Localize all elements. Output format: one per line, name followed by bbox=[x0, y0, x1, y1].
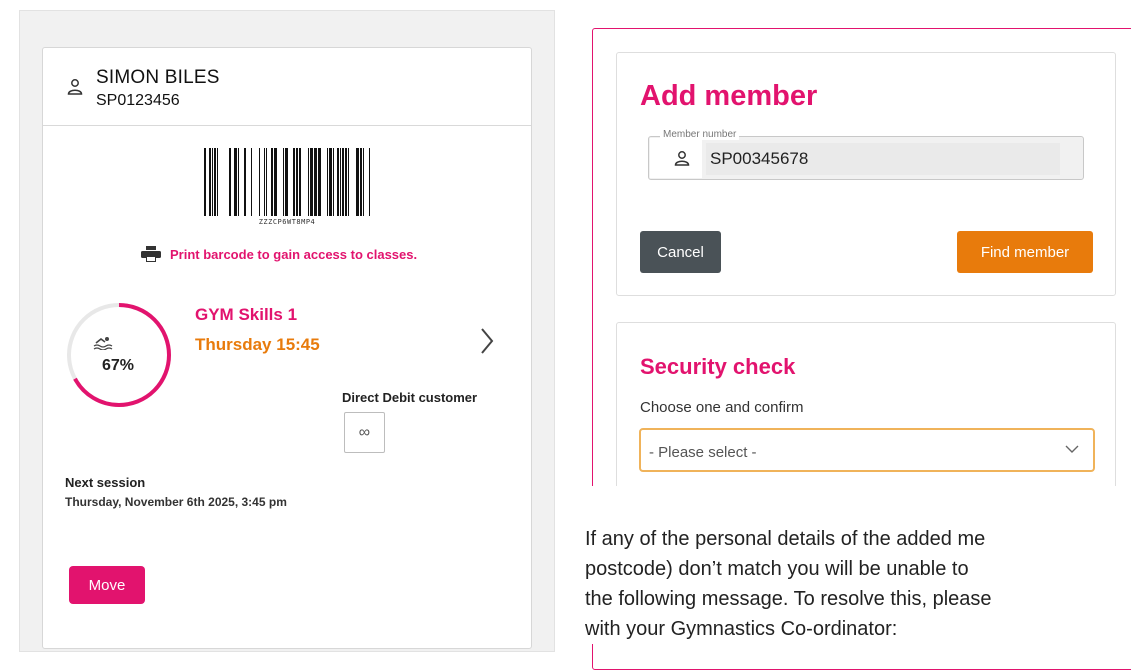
chevron-right-icon[interactable] bbox=[477, 326, 497, 356]
member-header: SIMON BILES SP0123456 bbox=[43, 48, 531, 126]
printer-icon bbox=[141, 246, 161, 262]
barcode-bar bbox=[327, 148, 328, 216]
barcode-bar bbox=[271, 148, 273, 216]
instruction-line-4: with your Gymnastics Co-ordinator: bbox=[585, 618, 898, 640]
barcode-bar bbox=[274, 148, 277, 216]
barcode-bar bbox=[209, 148, 211, 216]
direct-debit-icon[interactable]: ∞ bbox=[344, 412, 385, 453]
member-name: SIMON BILES bbox=[96, 67, 220, 88]
barcode-bar bbox=[285, 148, 288, 216]
barcode-bar bbox=[318, 148, 321, 216]
barcode-text: ZZZCP6WT8MP4 bbox=[258, 218, 316, 226]
barcode-bar bbox=[342, 148, 344, 216]
barcode-bar bbox=[264, 148, 265, 216]
barcode-bar bbox=[299, 148, 301, 216]
select-value: - Please select - bbox=[649, 444, 757, 461]
class-name[interactable]: GYM Skills 1 bbox=[195, 305, 297, 325]
barcode-bar bbox=[310, 148, 313, 216]
instruction-line-2: postcode) don’t match you will be unable… bbox=[585, 558, 969, 580]
barcode-bar bbox=[363, 148, 364, 216]
user-icon bbox=[674, 151, 690, 166]
swimmer-icon bbox=[93, 337, 113, 350]
barcode-bar bbox=[293, 148, 295, 216]
barcode-bar bbox=[212, 148, 213, 216]
attendance-progress-ring bbox=[67, 303, 171, 407]
member-card: SIMON BILES SP0123456 ZZZCP6WT8MP4 Print… bbox=[42, 47, 532, 649]
instruction-line-1: If any of the personal details of the ad… bbox=[585, 528, 986, 550]
class-time: Thursday 15:45 bbox=[195, 335, 320, 354]
find-member-button[interactable]: Find member bbox=[957, 231, 1093, 273]
barcode-bar bbox=[369, 148, 370, 216]
barcode-bar bbox=[348, 148, 349, 216]
barcode-bar bbox=[234, 148, 237, 216]
security-check-title: Security check bbox=[640, 354, 796, 379]
member-number-input[interactable] bbox=[706, 143, 1060, 175]
barcode-bar bbox=[214, 148, 216, 216]
barcode-bar bbox=[266, 148, 267, 216]
member-number-legend: Member number bbox=[660, 129, 740, 140]
barcode-bar bbox=[251, 148, 252, 216]
print-barcode-link[interactable]: Print barcode to gain access to classes. bbox=[141, 244, 417, 264]
barcode-bar bbox=[340, 148, 341, 216]
barcode-bar bbox=[314, 148, 317, 216]
next-session-value: Thursday, November 6th 2025, 3:45 pm bbox=[65, 495, 287, 509]
barcode-bar bbox=[229, 148, 231, 216]
choose-label: Choose one and confirm bbox=[640, 399, 804, 416]
direct-debit-label: Direct Debit customer bbox=[342, 390, 478, 405]
instruction-paragraph: If any of the personal details of the ad… bbox=[581, 522, 1131, 644]
barcode-bar bbox=[345, 148, 347, 216]
barcode-bar bbox=[333, 148, 334, 216]
member-id: SP0123456 bbox=[96, 92, 180, 109]
move-button[interactable]: Move bbox=[69, 566, 145, 604]
next-session-label: Next session bbox=[65, 475, 146, 490]
barcode-bar bbox=[308, 148, 309, 216]
barcode-bar bbox=[329, 148, 332, 216]
security-question-select[interactable]: - Please select - bbox=[639, 428, 1095, 472]
barcode-bar bbox=[296, 148, 298, 216]
user-icon bbox=[67, 79, 83, 95]
barcode-bar bbox=[356, 148, 359, 216]
attendance-percentage: 67% bbox=[101, 357, 135, 374]
cancel-button[interactable]: Cancel bbox=[640, 231, 721, 273]
barcode-bar bbox=[360, 148, 362, 216]
barcode-bar bbox=[238, 148, 239, 216]
barcode-bar bbox=[217, 148, 218, 216]
chevron-down-icon bbox=[1065, 445, 1079, 453]
barcode-bar bbox=[259, 148, 260, 216]
print-barcode-label: Print barcode to gain access to classes. bbox=[170, 246, 418, 262]
barcode-bar bbox=[337, 148, 339, 216]
barcode-image bbox=[204, 148, 370, 216]
barcode-bar bbox=[204, 148, 206, 216]
barcode-bar bbox=[283, 148, 284, 216]
instruction-line-3: the following message. To resolve this, … bbox=[585, 588, 992, 610]
add-member-title: Add member bbox=[640, 80, 818, 112]
barcode-bar bbox=[244, 148, 246, 216]
